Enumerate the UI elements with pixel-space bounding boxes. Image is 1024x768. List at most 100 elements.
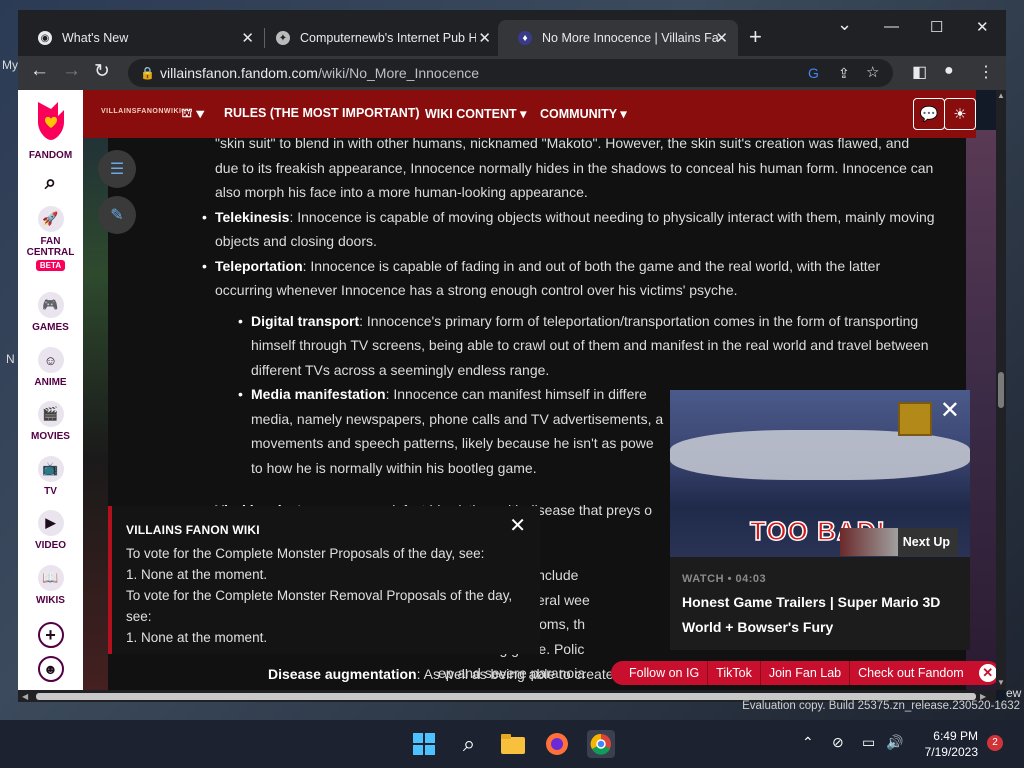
scroll-up-arrow-icon[interactable]: ▲ — [997, 91, 1005, 100]
wiki-wordmark[interactable]: VILLAINSFANONWIKI — [101, 108, 181, 115]
fan-lab-link[interactable]: Join Fan Lab — [761, 666, 849, 680]
rail-item-fan-central[interactable]: 🚀 FAN CENTRAL BETA — [18, 206, 83, 271]
create-wiki-button[interactable]: + — [18, 622, 83, 652]
nav-rules[interactable]: RULES (THE MOST IMPORTANT) — [224, 106, 420, 120]
profile-icon[interactable]: ● — [944, 62, 954, 80]
side-panel-icon[interactable]: ◧ — [912, 62, 927, 82]
minimize-button[interactable]: — — [884, 18, 899, 35]
network-off-icon[interactable]: ⊘ — [832, 734, 844, 751]
google-lens-icon[interactable]: G — [808, 59, 819, 87]
notification-badge[interactable]: 2 — [987, 735, 1003, 751]
next-up-button[interactable]: Next Up — [840, 528, 958, 556]
rail-item-tv[interactable]: 📺 TV — [18, 456, 83, 497]
rail-item-anime[interactable]: ☺ ANIME — [18, 347, 83, 388]
discussions-icon[interactable]: 💬 — [913, 98, 945, 130]
rail-label: CENTRAL — [26, 247, 75, 258]
start-windows-icon[interactable] — [410, 730, 438, 758]
close-tab-icon[interactable]: ✕ — [715, 29, 728, 47]
definition: : As well as being able to create — [416, 666, 614, 682]
rail-item-video[interactable]: ▶ VIDEO — [18, 510, 83, 551]
play-icon: ▶ — [37, 510, 64, 536]
scroll-left-arrow-icon[interactable]: ◀ — [22, 692, 28, 701]
tab-internet-pub[interactable]: ✦ Computernewb's Internet Pub H ✕ — [256, 20, 501, 56]
term: Digital transport — [251, 312, 360, 329]
fandom-logo-icon[interactable] — [34, 100, 68, 142]
close-social-bar-icon[interactable]: ✕ — [978, 664, 997, 682]
tab-whats-new[interactable]: ◉ What's New ✕ — [18, 20, 264, 56]
close-tab-icon[interactable]: ✕ — [478, 29, 491, 47]
system-clock[interactable]: 6:49 PM 7/19/2023 — [906, 728, 978, 760]
close-window-button[interactable]: ✕ — [976, 18, 989, 36]
volume-icon[interactable]: 🔊 — [886, 734, 903, 751]
theme-toggle-icon[interactable]: ☀ — [944, 98, 976, 130]
rail-item-movies[interactable]: 🎬 MOVIES — [18, 401, 83, 442]
plus-icon: + — [37, 622, 64, 648]
bookmark-star-icon[interactable]: ☆ — [866, 59, 879, 87]
chrome-icon[interactable] — [587, 730, 615, 758]
text-line: to how he is normally within his bootleg… — [251, 459, 537, 476]
nav-community[interactable]: COMMUNITY ▾ — [540, 106, 627, 121]
page-viewport: FANDOM ⌕ 🚀 FAN CENTRAL BETA 🎮 GAMES ☺ AN… — [18, 90, 1006, 702]
notification-line: 1. None at the moment. — [126, 630, 268, 645]
close-video-button[interactable]: ✕ — [940, 396, 960, 425]
nav-wiki-content[interactable]: WIKI CONTENT ▾ — [425, 106, 526, 121]
check-out-fandom-link[interactable]: Check out Fandom — [850, 666, 972, 680]
rail-item-wikis[interactable]: 📖 WIKIS — [18, 565, 83, 606]
close-tab-icon[interactable]: ✕ — [241, 29, 254, 47]
video-scene-block — [898, 402, 932, 436]
display-icon[interactable]: ▭ — [862, 734, 875, 751]
site-icon: ✦ — [276, 31, 290, 45]
scrollbar-thumb[interactable] — [36, 693, 976, 700]
user-account-button[interactable]: ☻ — [18, 656, 83, 686]
notification-line: To vote for the Complete Monster Removal… — [126, 588, 513, 624]
wiki-notification-panel: VILLAINS FANON WIKI To vote for the Comp… — [108, 506, 540, 654]
wiki-explore-icon[interactable]: ⛫ ▾ — [181, 106, 204, 122]
definition: : Innocence is capable of fading in and … — [215, 257, 881, 299]
page-background-art — [966, 130, 996, 702]
tab-title: Computernewb's Internet Pub H — [300, 31, 476, 45]
evaluation-watermark: Evaluation copy. Build 25375.zn_release.… — [742, 700, 1020, 712]
search-button[interactable]: ⌕ — [18, 170, 83, 200]
video-player[interactable]: TOO BAD! ✕ Next Up WATCH • 04:03 Honest … — [670, 390, 970, 650]
scrollbar-thumb[interactable] — [998, 372, 1004, 408]
vertical-scrollbar[interactable]: ▲ ▼ — [996, 90, 1006, 690]
chrome-icon: ◉ — [38, 31, 52, 45]
edit-pencil-icon[interactable]: ✎ — [98, 196, 136, 234]
rail-label: MOVIES — [31, 431, 70, 442]
beta-badge: BETA — [35, 260, 66, 271]
reload-button[interactable]: ↻ — [94, 60, 110, 83]
term: Teleportation — [215, 257, 303, 274]
tab-search-button[interactable]: ⌄ — [837, 14, 852, 35]
address-bar[interactable]: 🔒 villainsfanon.fandom.com/wiki/No_More_… — [128, 59, 893, 87]
fandom-favicon-icon: ♦ — [518, 31, 532, 45]
term: Telekinesis — [215, 208, 290, 225]
scroll-down-arrow-icon[interactable]: ▼ — [997, 678, 1005, 687]
menu-kebab-icon[interactable]: ⋮ — [978, 62, 994, 82]
close-notification-button[interactable]: ✕ — [509, 516, 526, 537]
chevron-up-icon[interactable]: ⌃ — [802, 734, 814, 751]
follow-ig-link[interactable]: Follow on IG — [621, 666, 707, 680]
rail-label: FAN — [40, 236, 61, 247]
maximize-button[interactable]: ☐ — [930, 18, 943, 36]
forward-button[interactable]: → — [62, 60, 81, 82]
paragraph: "skin suit" to blend in with other human… — [215, 135, 934, 200]
search-icon: ⌕ — [44, 171, 57, 194]
share-icon[interactable]: ⇪ — [838, 59, 850, 87]
browser-toolbar: ← → ↻ 🔒 villainsfanon.fandom.com/wiki/No… — [18, 56, 1006, 90]
file-explorer-icon[interactable] — [499, 730, 527, 758]
lock-icon: 🔒 — [140, 66, 155, 80]
tab-no-more-innocence[interactable]: ♦ No More Innocence | Villains Far ✕ — [498, 20, 738, 56]
video-title[interactable]: Honest Game Trailers | Super Mario 3D Wo… — [682, 590, 962, 640]
firefox-icon[interactable] — [543, 730, 571, 758]
rail-item-games[interactable]: 🎮 GAMES — [18, 292, 83, 333]
notification-line: 1. None at the moment. — [126, 567, 268, 582]
video-frame[interactable]: TOO BAD! ✕ Next Up — [670, 390, 970, 557]
back-button[interactable]: ← — [30, 60, 49, 82]
rail-label: TV — [44, 486, 57, 497]
tiktok-link[interactable]: TikTok — [708, 666, 760, 680]
rail-label: VIDEO — [34, 540, 67, 551]
rocket-icon: 🚀 — [37, 206, 64, 232]
search-icon[interactable]: ⌕ — [455, 730, 483, 758]
new-tab-button[interactable]: + — [749, 24, 762, 50]
table-of-contents-icon[interactable]: ☰ — [98, 150, 136, 188]
